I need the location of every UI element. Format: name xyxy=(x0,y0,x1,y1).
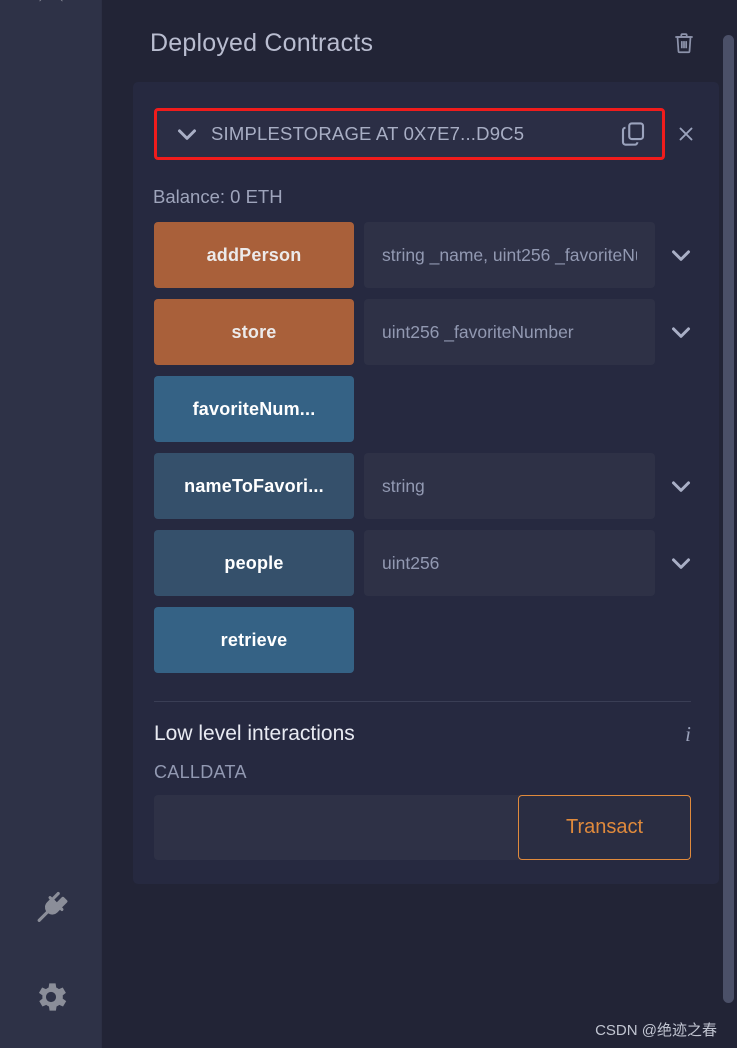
function-button-favoriteNumber[interactable]: favoriteNum... xyxy=(154,376,354,442)
function-row: store xyxy=(154,299,707,365)
chevron-down-icon[interactable] xyxy=(163,119,211,149)
scrollbar-thumb[interactable] xyxy=(723,35,734,1003)
function-button-store[interactable]: store xyxy=(154,299,354,365)
transact-button[interactable]: Transact xyxy=(518,795,691,860)
function-button-nameToFavoriteNumber[interactable]: nameToFavori... xyxy=(154,453,354,519)
function-button-people[interactable]: people xyxy=(154,530,354,596)
low-level-header: Low level interactions i xyxy=(133,702,719,746)
function-row: retrieve xyxy=(154,607,707,673)
function-row: favoriteNum... xyxy=(154,376,707,442)
function-input-people[interactable] xyxy=(364,530,655,596)
function-button-retrieve[interactable]: retrieve xyxy=(154,607,354,673)
remix-deploy-run-panel: Deployed Contracts SIMPLESTORAGE AT 0X7E… xyxy=(0,0,737,1048)
function-row: addPerson xyxy=(154,222,707,288)
function-input-nameToFavoriteNumber[interactable] xyxy=(364,453,655,519)
calldata-label: CALLDATA xyxy=(154,762,247,782)
calldata-row: Transact xyxy=(154,795,691,860)
contract-functions-list: addPerson store favoriteNum... xyxy=(133,208,719,673)
chevron-down-icon[interactable] xyxy=(655,548,707,578)
trash-icon[interactable] xyxy=(667,26,701,60)
close-icon[interactable] xyxy=(665,122,707,146)
contract-balance: Balance: 0 ETH xyxy=(153,186,283,207)
chevron-down-icon[interactable] xyxy=(655,240,707,270)
copy-icon[interactable] xyxy=(612,119,654,149)
deployed-contracts-panel: Deployed Contracts SIMPLESTORAGE AT 0X7E… xyxy=(101,0,737,1048)
chevron-down-icon[interactable] xyxy=(655,317,707,347)
function-input-addPerson[interactable] xyxy=(364,222,655,288)
function-button-addPerson[interactable]: addPerson xyxy=(154,222,354,288)
info-icon[interactable]: i xyxy=(685,722,691,745)
gear-icon[interactable] xyxy=(0,978,101,1016)
vertical-scrollbar[interactable] xyxy=(723,0,737,1048)
function-input-store[interactable] xyxy=(364,299,655,365)
chevron-down-icon[interactable] xyxy=(655,471,707,501)
panel-header: Deployed Contracts xyxy=(102,0,737,60)
low-level-title: Low level interactions xyxy=(154,722,355,745)
contract-highlight-box: SIMPLESTORAGE AT 0X7E7...D9C5 xyxy=(154,108,665,160)
plug-icon[interactable] xyxy=(0,890,101,928)
left-icon-rail xyxy=(0,0,101,1048)
collapse-icon[interactable] xyxy=(0,0,101,20)
contract-card: SIMPLESTORAGE AT 0X7E7...D9C5 Balance: 0… xyxy=(133,82,719,884)
calldata-input[interactable] xyxy=(154,795,518,860)
page-title: Deployed Contracts xyxy=(150,28,374,57)
contract-address-label: SIMPLESTORAGE AT 0X7E7...D9C5 xyxy=(211,123,525,144)
function-row: nameToFavori... xyxy=(154,453,707,519)
function-row: people xyxy=(154,530,707,596)
contract-header-row: SIMPLESTORAGE AT 0X7E7...D9C5 xyxy=(133,82,719,160)
